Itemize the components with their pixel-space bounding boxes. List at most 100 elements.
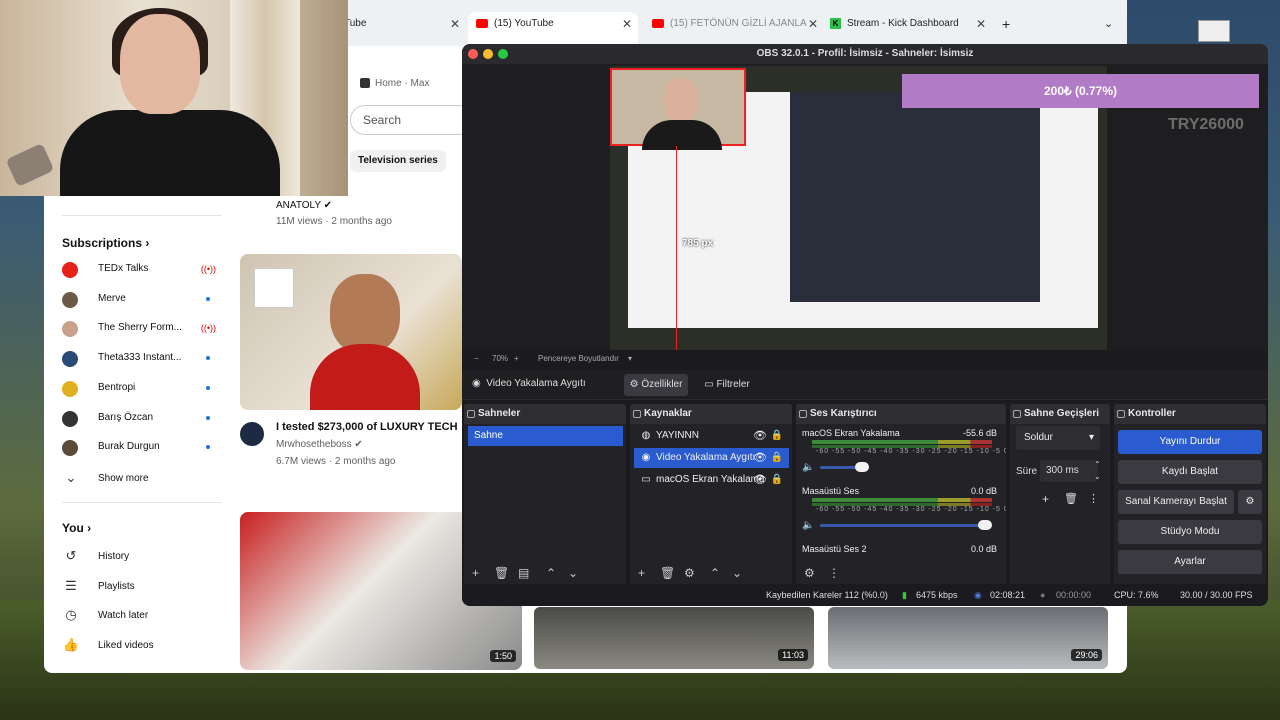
sidebar-item-subscription[interactable]: The Sherry Form... ((•)) xyxy=(62,315,232,341)
sidebar-item-playlists[interactable]: ☰ Playlists xyxy=(62,574,232,600)
show-more-button[interactable]: ⌄ Show more xyxy=(62,466,232,492)
transition-select[interactable]: Soldur ▾ xyxy=(1016,426,1100,450)
sidebar-item-subscription[interactable]: Theta333 Instant... xyxy=(62,345,232,371)
zoom-in-icon[interactable]: + xyxy=(514,354,519,363)
chevron-down-icon[interactable]: ▾ xyxy=(628,354,632,363)
sidebar-item-watch-later[interactable]: ◷ Watch later xyxy=(62,603,232,629)
stepper-up-icon[interactable]: ⌃ xyxy=(1094,460,1101,469)
camera-icon: ◉ xyxy=(641,452,651,463)
stepper-down-icon[interactable]: ⌄ xyxy=(1094,472,1101,481)
chip-television-series[interactable]: Television series xyxy=(350,150,446,172)
stop-streaming-button[interactable]: Yayını Durdur xyxy=(1118,430,1262,454)
tab-youtube-1[interactable]: Tube ✕ xyxy=(344,12,460,36)
lock-icon[interactable]: 🔒 xyxy=(771,426,783,446)
sidebar-item-subscription[interactable]: TEDx Talks ((•)) xyxy=(62,256,232,282)
signal-icon: ▮ xyxy=(902,590,907,600)
duration-input[interactable]: 300 ms xyxy=(1040,460,1098,482)
trash-icon[interactable]: 🗑 xyxy=(1064,492,1078,505)
tab-youtube-fetonun[interactable]: (15) FETÖNÜN GİZLİ AJANLA ✕ xyxy=(648,12,818,36)
volume-slider[interactable] xyxy=(820,466,858,469)
tab-kick-dashboard[interactable]: K Stream - Kick Dashboard ✕ xyxy=(826,12,986,36)
close-icon[interactable]: ✕ xyxy=(808,12,818,36)
close-window-icon[interactable] xyxy=(468,49,478,59)
eye-icon[interactable]: 👁 xyxy=(753,426,767,446)
video-thumbnail[interactable] xyxy=(240,254,462,410)
video-meta: 6.7M views · 2 months ago xyxy=(276,456,396,467)
more-icon[interactable]: ⋮ xyxy=(828,566,840,580)
close-icon[interactable]: ✕ xyxy=(976,12,986,36)
menu-bar-icon[interactable] xyxy=(1198,20,1230,42)
start-virtual-camera-button[interactable]: Sanal Kamerayı Başlat xyxy=(1118,490,1234,514)
move-up-icon[interactable]: ⌃ xyxy=(546,566,556,580)
source-item[interactable]: ▭ macOS Ekran Yakalama 👁 🔒 xyxy=(634,470,789,490)
sidebar-item-subscription[interactable]: Bentropi xyxy=(62,375,232,401)
window-title: OBS 32.0.1 - Profil: İsimsiz - Sahneler:… xyxy=(462,44,1268,64)
zoom-level[interactable]: 70% xyxy=(492,354,508,363)
close-icon[interactable]: ✕ xyxy=(622,12,632,36)
preview-area[interactable]: 785 px 200₺ (0.77%) TRY26000 xyxy=(462,64,1268,350)
studio-mode-button[interactable]: Stüdyo Modu xyxy=(1118,520,1262,544)
video-thumbnail[interactable]: 29:06 xyxy=(828,607,1108,669)
camera-source-preview[interactable] xyxy=(610,68,746,150)
close-icon[interactable]: ✕ xyxy=(450,12,460,36)
settings-button[interactable]: Ayarlar xyxy=(1118,550,1262,574)
lock-icon[interactable]: 🔒 xyxy=(771,448,783,468)
trash-icon[interactable]: 🗑 xyxy=(494,566,509,580)
gear-icon[interactable]: ⚙ xyxy=(804,566,815,580)
new-tab-button[interactable]: + xyxy=(1002,12,1016,36)
eye-icon[interactable]: 👁 xyxy=(753,448,767,468)
more-icon[interactable]: ⋮ xyxy=(1088,492,1099,505)
volume-slider[interactable] xyxy=(820,524,992,527)
filters-button[interactable]: ▭ Filtreler xyxy=(702,374,752,396)
gear-icon[interactable]: ⚙ xyxy=(684,566,695,580)
scene-filter-icon[interactable]: ▤ xyxy=(518,566,529,580)
minimize-window-icon[interactable] xyxy=(483,49,493,59)
video-title[interactable]: I tested $273,000 of LUXURY TECH xyxy=(276,421,462,433)
sidebar-item-subscription[interactable]: Merve xyxy=(62,286,232,312)
fit-to-window[interactable]: Pencereye Boyutlandır xyxy=(538,354,619,363)
video-thumbnail[interactable]: 11:03 xyxy=(534,607,814,669)
move-up-icon[interactable]: ⌃ xyxy=(710,566,720,580)
gear-icon: ⚙ xyxy=(629,379,639,390)
sidebar-item-subscription[interactable]: Burak Durgun xyxy=(62,434,232,460)
tab-youtube-active[interactable]: (15) YouTube ✕ xyxy=(468,12,638,46)
zoom-window-icon[interactable] xyxy=(498,49,508,59)
cpu-usage: CPU: 7.6% xyxy=(1114,590,1159,600)
start-recording-button[interactable]: Kaydı Başlat xyxy=(1118,460,1262,484)
tab-label: (15) YouTube xyxy=(494,18,554,29)
bookmark-home-max[interactable]: Home · Max xyxy=(360,78,429,89)
volume-icon[interactable]: 🔈 xyxy=(802,462,814,473)
zoom-out-icon[interactable]: − xyxy=(474,354,479,363)
move-down-icon[interactable]: ⌄ xyxy=(732,566,742,580)
add-icon[interactable]: + xyxy=(472,566,479,580)
add-icon[interactable]: + xyxy=(638,566,645,580)
sidebar-item-subscription[interactable]: Barış Özcan xyxy=(62,405,232,431)
add-icon[interactable]: + xyxy=(1042,492,1049,506)
eye-icon[interactable]: 👁 xyxy=(753,470,767,490)
video-channel[interactable]: Mrwhosetheboss ✔ xyxy=(276,439,363,450)
video-channel[interactable]: ANATOLY ✔ xyxy=(276,200,332,211)
subscriptions-heading[interactable]: Subscriptions › xyxy=(62,236,149,250)
volume-knob[interactable] xyxy=(854,462,869,472)
source-item[interactable]: ◉ Video Yakalama Aygıtı 👁 🔒 xyxy=(634,448,789,468)
trash-icon[interactable]: 🗑 xyxy=(660,566,675,580)
scene-item[interactable]: Sahne xyxy=(468,426,623,446)
avatar[interactable] xyxy=(240,422,264,446)
gear-icon[interactable]: ⚙ xyxy=(1238,490,1262,514)
chevron-down-icon: ▾ xyxy=(1088,432,1094,443)
volume-icon[interactable]: 🔈 xyxy=(802,520,814,531)
properties-button[interactable]: ⚙ Özellikler xyxy=(624,374,688,396)
move-down-icon[interactable]: ⌄ xyxy=(568,566,578,580)
tab-list-chevron-icon[interactable]: ⌄ xyxy=(1104,12,1118,36)
source-item[interactable]: ◍ YAYINNN 👁 🔒 xyxy=(634,426,789,446)
you-heading[interactable]: You › xyxy=(62,521,91,535)
dock-icon xyxy=(1117,410,1125,418)
sidebar-item-history[interactable]: ↺ History xyxy=(62,544,232,570)
preview-canvas[interactable]: 785 px xyxy=(610,66,1107,350)
volume-knob[interactable] xyxy=(978,520,992,530)
duration-label: Süre xyxy=(1016,466,1038,477)
lock-icon[interactable]: 🔒 xyxy=(771,470,783,490)
transition-type: Soldur xyxy=(1024,432,1053,443)
sidebar-item-liked-videos[interactable]: 👍 Liked videos xyxy=(62,633,232,659)
dock-header: Kontroller xyxy=(1114,404,1266,424)
